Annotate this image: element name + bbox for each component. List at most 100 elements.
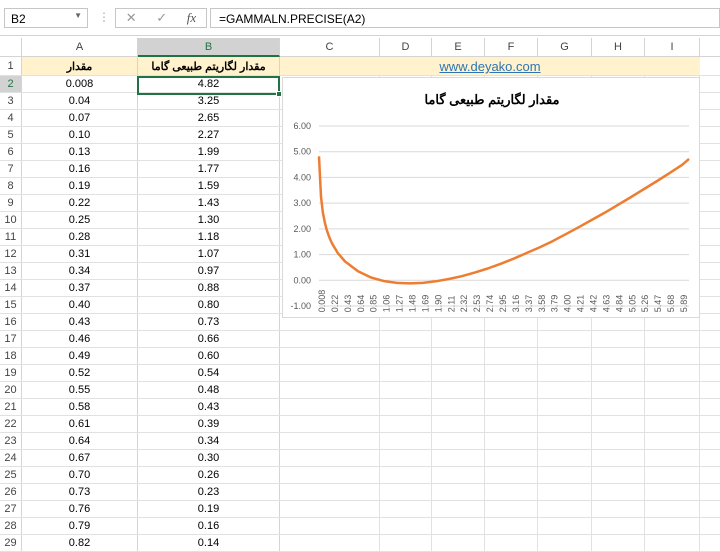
header-b[interactable]: مقدار لگاریتم طبیعی گاما	[138, 57, 280, 75]
column-header-B[interactable]: B	[138, 38, 280, 57]
empty-cell[interactable]	[538, 501, 592, 517]
drag-handle-icon[interactable]: ⋮	[98, 10, 110, 24]
empty-cell[interactable]	[380, 382, 432, 398]
empty-cell[interactable]	[485, 433, 538, 449]
row-header[interactable]: 15	[0, 297, 22, 313]
empty-cell[interactable]	[538, 535, 592, 551]
row-header[interactable]: 20	[0, 382, 22, 398]
column-header-H[interactable]: H	[592, 38, 645, 57]
website-link[interactable]: www.deyako.com	[280, 57, 700, 76]
empty-cell[interactable]	[485, 348, 538, 364]
cell-value[interactable]: 0.46	[22, 331, 138, 347]
empty-cell[interactable]	[280, 535, 380, 551]
empty-cell[interactable]	[485, 450, 538, 466]
cell-gammaln[interactable]: 1.30	[138, 212, 280, 228]
empty-cell[interactable]	[592, 382, 645, 398]
row-header[interactable]: 17	[0, 331, 22, 347]
empty-cell[interactable]	[380, 450, 432, 466]
empty-cell[interactable]	[280, 433, 380, 449]
empty-cell[interactable]	[432, 382, 485, 398]
empty-cell[interactable]	[645, 518, 700, 534]
empty-cell[interactable]	[485, 382, 538, 398]
empty-cell[interactable]	[432, 365, 485, 381]
cell-gammaln[interactable]: 0.48	[138, 382, 280, 398]
empty-cell[interactable]	[592, 416, 645, 432]
row-header[interactable]: 25	[0, 467, 22, 483]
row-header[interactable]: 9	[0, 195, 22, 211]
empty-cell[interactable]	[592, 348, 645, 364]
empty-cell[interactable]	[485, 518, 538, 534]
row-header[interactable]: 2	[0, 76, 22, 92]
row-header[interactable]: 16	[0, 314, 22, 330]
empty-cell[interactable]	[538, 484, 592, 500]
empty-cell[interactable]	[538, 416, 592, 432]
row-header[interactable]: 26	[0, 484, 22, 500]
cell-value[interactable]: 0.22	[22, 195, 138, 211]
empty-cell[interactable]	[380, 433, 432, 449]
empty-cell[interactable]	[280, 518, 380, 534]
empty-cell[interactable]	[538, 382, 592, 398]
empty-cell[interactable]	[485, 535, 538, 551]
cell-gammaln[interactable]: 0.39	[138, 416, 280, 432]
row-header[interactable]: 14	[0, 280, 22, 296]
formula-input[interactable]: =GAMMALN.PRECISE(A2)	[210, 8, 720, 28]
cell-value[interactable]: 0.82	[22, 535, 138, 551]
empty-cell[interactable]	[592, 535, 645, 551]
empty-cell[interactable]	[485, 365, 538, 381]
empty-cell[interactable]	[645, 365, 700, 381]
row-header[interactable]: 23	[0, 433, 22, 449]
empty-cell[interactable]	[380, 518, 432, 534]
cell-value[interactable]: 0.10	[22, 127, 138, 143]
empty-cell[interactable]	[645, 535, 700, 551]
row-header[interactable]: 5	[0, 127, 22, 143]
row-header[interactable]: 1	[0, 57, 22, 75]
cell-gammaln[interactable]: 2.27	[138, 127, 280, 143]
empty-cell[interactable]	[380, 467, 432, 483]
empty-cell[interactable]	[432, 501, 485, 517]
empty-cell[interactable]	[432, 484, 485, 500]
cell-value[interactable]: 0.25	[22, 212, 138, 228]
cell-gammaln[interactable]: 0.26	[138, 467, 280, 483]
cell-value[interactable]: 0.52	[22, 365, 138, 381]
cell-gammaln[interactable]: 0.73	[138, 314, 280, 330]
empty-cell[interactable]	[380, 501, 432, 517]
empty-cell[interactable]	[592, 450, 645, 466]
row-header[interactable]: 29	[0, 535, 22, 551]
empty-cell[interactable]	[280, 467, 380, 483]
header-a[interactable]: مقدار	[22, 57, 138, 75]
empty-cell[interactable]	[380, 365, 432, 381]
series-line[interactable]	[317, 156, 690, 285]
empty-cell[interactable]	[592, 433, 645, 449]
cell-value[interactable]: 0.07	[22, 110, 138, 126]
row-header[interactable]: 22	[0, 416, 22, 432]
empty-cell[interactable]	[380, 348, 432, 364]
empty-cell[interactable]	[592, 331, 645, 347]
empty-cell[interactable]	[280, 484, 380, 500]
cell-gammaln[interactable]: 1.59	[138, 178, 280, 194]
row-header[interactable]: 7	[0, 161, 22, 177]
cell-value[interactable]: 0.34	[22, 263, 138, 279]
cell-value[interactable]: 0.04	[22, 93, 138, 109]
empty-cell[interactable]	[280, 348, 380, 364]
empty-cell[interactable]	[592, 399, 645, 415]
empty-cell[interactable]	[432, 399, 485, 415]
cell-gammaln[interactable]: 3.25	[138, 93, 280, 109]
row-header[interactable]: 4	[0, 110, 22, 126]
empty-cell[interactable]	[645, 484, 700, 500]
cell-value[interactable]: 0.008	[22, 76, 138, 92]
empty-cell[interactable]	[538, 467, 592, 483]
column-header-D[interactable]: D	[380, 38, 432, 57]
row-header[interactable]: 8	[0, 178, 22, 194]
empty-cell[interactable]	[538, 331, 592, 347]
cell-value[interactable]: 0.40	[22, 297, 138, 313]
cell-value[interactable]: 0.73	[22, 484, 138, 500]
empty-cell[interactable]	[592, 484, 645, 500]
empty-cell[interactable]	[485, 501, 538, 517]
column-header-G[interactable]: G	[538, 38, 592, 57]
chart[interactable]: مقدار لگاریتم طبیعی گاما -1.00 0.00 1.00 2.0…	[282, 77, 700, 318]
cell-gammaln[interactable]: 1.77	[138, 161, 280, 177]
cell-gammaln[interactable]: 1.43	[138, 195, 280, 211]
empty-cell[interactable]	[280, 331, 380, 347]
cell-gammaln[interactable]: 0.54	[138, 365, 280, 381]
cell-value[interactable]: 0.19	[22, 178, 138, 194]
